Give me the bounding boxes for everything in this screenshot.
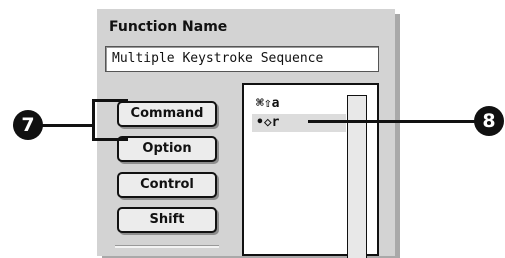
option-button[interactable]: Option	[117, 136, 217, 162]
callout-7-bracket-bottom	[92, 138, 128, 141]
callout-7-bracket-top	[92, 99, 128, 102]
shift-button[interactable]: Shift	[117, 207, 217, 233]
function-name-label: Function Name	[109, 19, 228, 35]
command-button[interactable]: Command	[117, 101, 217, 127]
sequence-item[interactable]: ⌘⇧a	[252, 95, 346, 113]
callout-7-leader	[42, 124, 94, 127]
control-button[interactable]: Control	[117, 172, 217, 198]
callout-8-leader	[308, 120, 476, 123]
callout-8-marker: 8	[474, 106, 504, 136]
keystroke-sequence-list[interactable]: ⌘⇧a •◇r	[242, 83, 379, 258]
function-panel: Function Name Multiple Keystroke Sequenc…	[97, 9, 395, 258]
function-name-field[interactable]: Multiple Keystroke Sequence	[105, 46, 379, 72]
callout-7-bracket	[92, 99, 95, 141]
callout-7-marker: 7	[13, 110, 43, 140]
button-group-divider	[115, 245, 219, 248]
sequence-item-selected[interactable]: •◇r	[252, 114, 346, 132]
